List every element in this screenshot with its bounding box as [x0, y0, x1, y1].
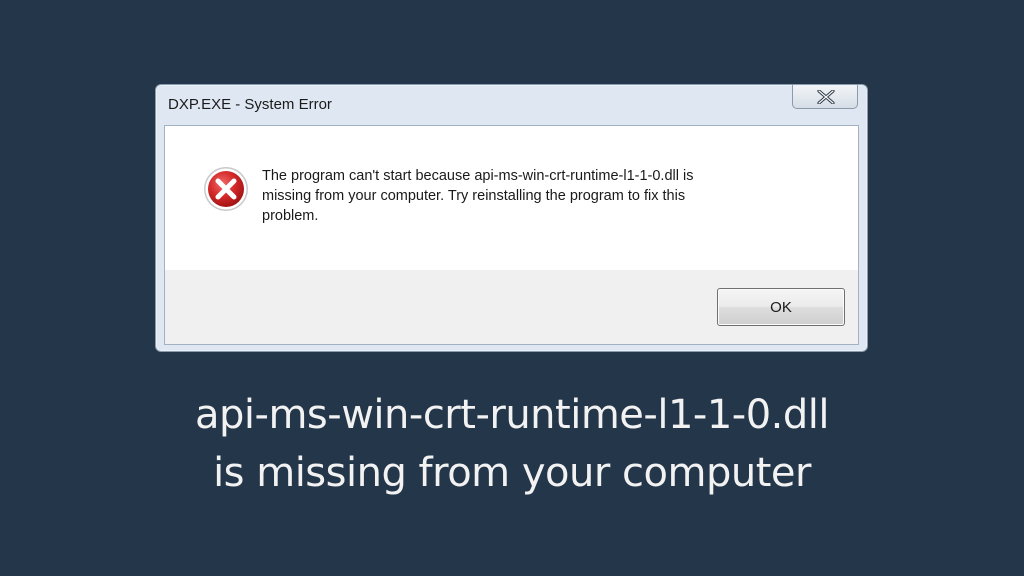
- close-icon: [817, 90, 835, 104]
- caption-line-2: is missing from your computer: [213, 450, 811, 496]
- error-icon: [204, 167, 248, 211]
- ok-button[interactable]: OK: [717, 288, 845, 326]
- title-bar[interactable]: DXP.EXE - System Error: [156, 85, 867, 123]
- message-line-1: The program can't start because api-ms-w…: [262, 168, 694, 184]
- error-message: The program can't start because api-ms-w…: [262, 166, 822, 226]
- caption-line-1: api-ms-win-crt-runtime-l1-1-0.dll: [195, 392, 829, 438]
- message-line-3: problem.: [262, 208, 319, 224]
- message-area: The program can't start because api-ms-w…: [165, 126, 858, 270]
- message-line-2: missing from your computer. Try reinstal…: [262, 188, 686, 204]
- caption-text: api-ms-win-crt-runtime-l1-1-0.dll is mis…: [0, 386, 1024, 502]
- window-title: DXP.EXE - System Error: [168, 96, 332, 113]
- dialog-client-area: The program can't start because api-ms-w…: [164, 125, 859, 345]
- close-button[interactable]: [792, 85, 858, 109]
- error-dialog: DXP.EXE - System Error The program can't…: [155, 84, 868, 352]
